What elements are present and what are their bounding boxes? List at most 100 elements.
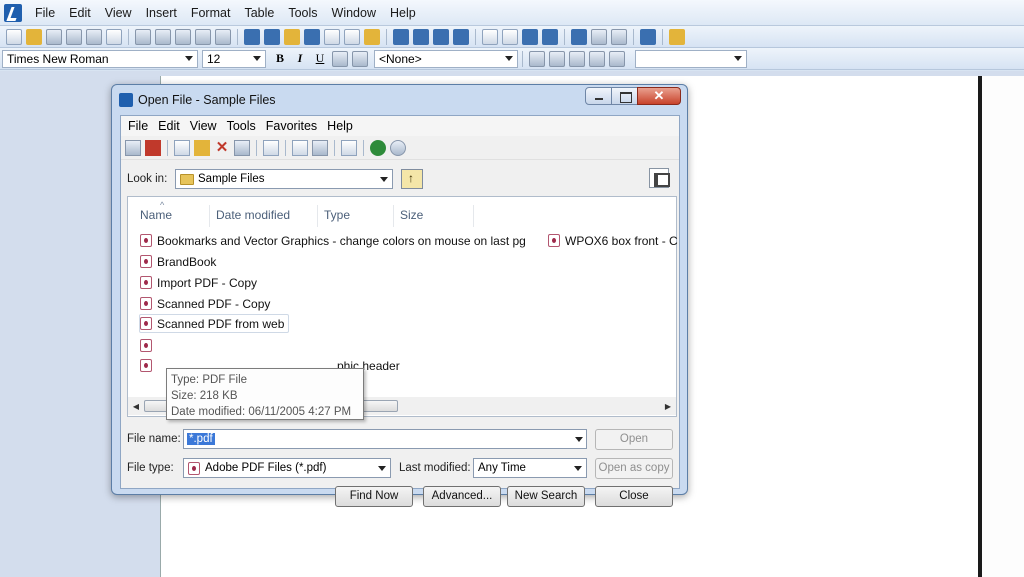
close-window-button[interactable]: ✕ [637, 87, 681, 105]
chart-icon[interactable] [482, 28, 498, 45]
scroll-right-arrow-icon[interactable]: ▶ [660, 402, 676, 411]
search-icon[interactable] [390, 139, 406, 156]
menu-tools[interactable]: Tools [281, 0, 324, 26]
image-icon[interactable] [344, 28, 360, 45]
macro-icon[interactable] [542, 28, 558, 45]
dialog-menu-view[interactable]: View [185, 119, 222, 133]
italic-button[interactable]: I [292, 51, 308, 66]
close-button[interactable]: Close [595, 486, 673, 507]
paste-icon[interactable] [175, 28, 191, 45]
view-details-icon[interactable] [263, 139, 279, 156]
up-one-level-button[interactable] [401, 169, 423, 189]
redo-icon[interactable] [215, 28, 231, 45]
justify-icon[interactable] [332, 50, 348, 67]
properties-icon[interactable] [312, 139, 328, 156]
advanced-button[interactable]: Advanced... [423, 486, 501, 507]
list-item[interactable]: Bookmarks and Vector Graphics - change c… [140, 231, 526, 250]
column-header-name[interactable]: Name [128, 195, 210, 227]
column-header-size[interactable]: Size [394, 205, 474, 227]
extra-combo[interactable] [635, 49, 747, 68]
delete-icon[interactable]: ✕ [214, 139, 230, 156]
bell-icon[interactable] [640, 28, 656, 45]
pen-icon[interactable] [244, 28, 260, 45]
open-as-copy-button[interactable]: Open as copy [595, 458, 673, 479]
list-item[interactable]: Scanned PDF - Copy [140, 294, 270, 313]
dialog-menu-help[interactable]: Help [322, 119, 358, 133]
undo-icon[interactable] [195, 28, 211, 45]
print-preview-icon[interactable] [106, 28, 122, 45]
chevron-down-icon[interactable] [575, 436, 583, 442]
new-document-icon[interactable] [6, 28, 22, 45]
list-item[interactable]: WPOX6 box front - C [548, 231, 678, 250]
bulleted-list-icon[interactable] [413, 28, 429, 45]
line-icon[interactable] [304, 28, 320, 45]
file-type-combo[interactable]: Adobe PDF Files (*.pdf) [183, 458, 391, 478]
menu-insert[interactable]: Insert [139, 0, 184, 26]
list-item[interactable]: BrandBook [140, 252, 216, 271]
zoom-icon[interactable] [502, 28, 518, 45]
find-now-button[interactable]: Find Now [335, 486, 413, 507]
forward-arrow-icon[interactable] [611, 28, 627, 45]
look-in-combo[interactable]: Sample Files [175, 169, 393, 189]
save-icon[interactable] [46, 28, 62, 45]
dialog-title-bar[interactable]: Open File - Sample Files ✕ [112, 85, 687, 115]
dialog-menu-file[interactable]: File [123, 119, 153, 133]
copy-icon[interactable] [155, 28, 171, 45]
list-item[interactable]: Import PDF - Copy [140, 273, 257, 292]
last-modified-combo[interactable]: Any Time [473, 458, 587, 478]
list-item[interactable] [140, 336, 157, 355]
list-item-hovered[interactable]: Scanned PDF from web [139, 314, 290, 333]
view-toggle-button[interactable] [649, 168, 670, 188]
font-name-combo[interactable]: Times New Roman [2, 49, 198, 68]
menu-table[interactable]: Table [237, 0, 281, 26]
menu-view[interactable]: View [98, 0, 139, 26]
maximize-button[interactable] [611, 87, 638, 105]
shape-icon[interactable] [284, 28, 300, 45]
scroll-left-arrow-icon[interactable]: ◀ [128, 402, 144, 411]
file-name-input[interactable]: *.pdf [183, 429, 587, 449]
print-icon[interactable] [86, 28, 102, 45]
copy-file-icon[interactable] [174, 139, 190, 156]
cut-icon[interactable] [135, 28, 151, 45]
column-header-type[interactable]: Type [318, 205, 394, 227]
asterisk-icon[interactable] [522, 28, 538, 45]
dialog-menu-tools[interactable]: Tools [222, 119, 261, 133]
indent-icon[interactable] [549, 50, 565, 67]
underline-button[interactable]: U [312, 51, 328, 66]
text-box-icon[interactable] [324, 28, 340, 45]
save-as-icon[interactable] [66, 28, 82, 45]
columns-icon[interactable] [433, 28, 449, 45]
undo-icon[interactable] [234, 139, 250, 156]
preview-icon[interactable] [292, 139, 308, 156]
symbol-icon[interactable] [609, 50, 625, 67]
favorites-icon[interactable] [341, 139, 357, 156]
delete-folder-icon[interactable] [145, 139, 161, 156]
column-header-date-modified[interactable]: Date modified [210, 205, 318, 227]
outline-icon[interactable] [529, 50, 545, 67]
open-button[interactable]: Open [595, 429, 673, 450]
globe-icon[interactable] [370, 139, 386, 156]
minimize-button[interactable] [585, 87, 612, 105]
customize-toolbar-icon[interactable] [669, 28, 685, 45]
back-arrow-icon[interactable] [591, 28, 607, 45]
menu-help[interactable]: Help [383, 0, 423, 26]
table-icon[interactable] [453, 28, 469, 45]
move-file-icon[interactable] [194, 139, 210, 156]
style-combo[interactable]: <None> [374, 49, 518, 68]
bold-button[interactable]: B [272, 51, 288, 66]
menu-window[interactable]: Window [325, 0, 383, 26]
new-folder-icon[interactable] [125, 139, 141, 156]
dialog-menu-favorites[interactable]: Favorites [261, 119, 322, 133]
highlighter-icon[interactable] [364, 28, 380, 45]
font-size-combo[interactable]: 12 [202, 49, 266, 68]
dialog-menu-edit[interactable]: Edit [153, 119, 185, 133]
menu-format[interactable]: Format [184, 0, 238, 26]
new-search-button[interactable]: New Search [507, 486, 585, 507]
checkmark-icon[interactable] [264, 28, 280, 45]
up-down-arrows-icon[interactable] [571, 28, 587, 45]
font-color-icon[interactable] [352, 50, 368, 67]
numbered-list-icon[interactable] [393, 28, 409, 45]
menu-file[interactable]: File [28, 0, 62, 26]
fill-icon[interactable] [589, 50, 605, 67]
paragraph-style-icon[interactable] [569, 50, 585, 67]
